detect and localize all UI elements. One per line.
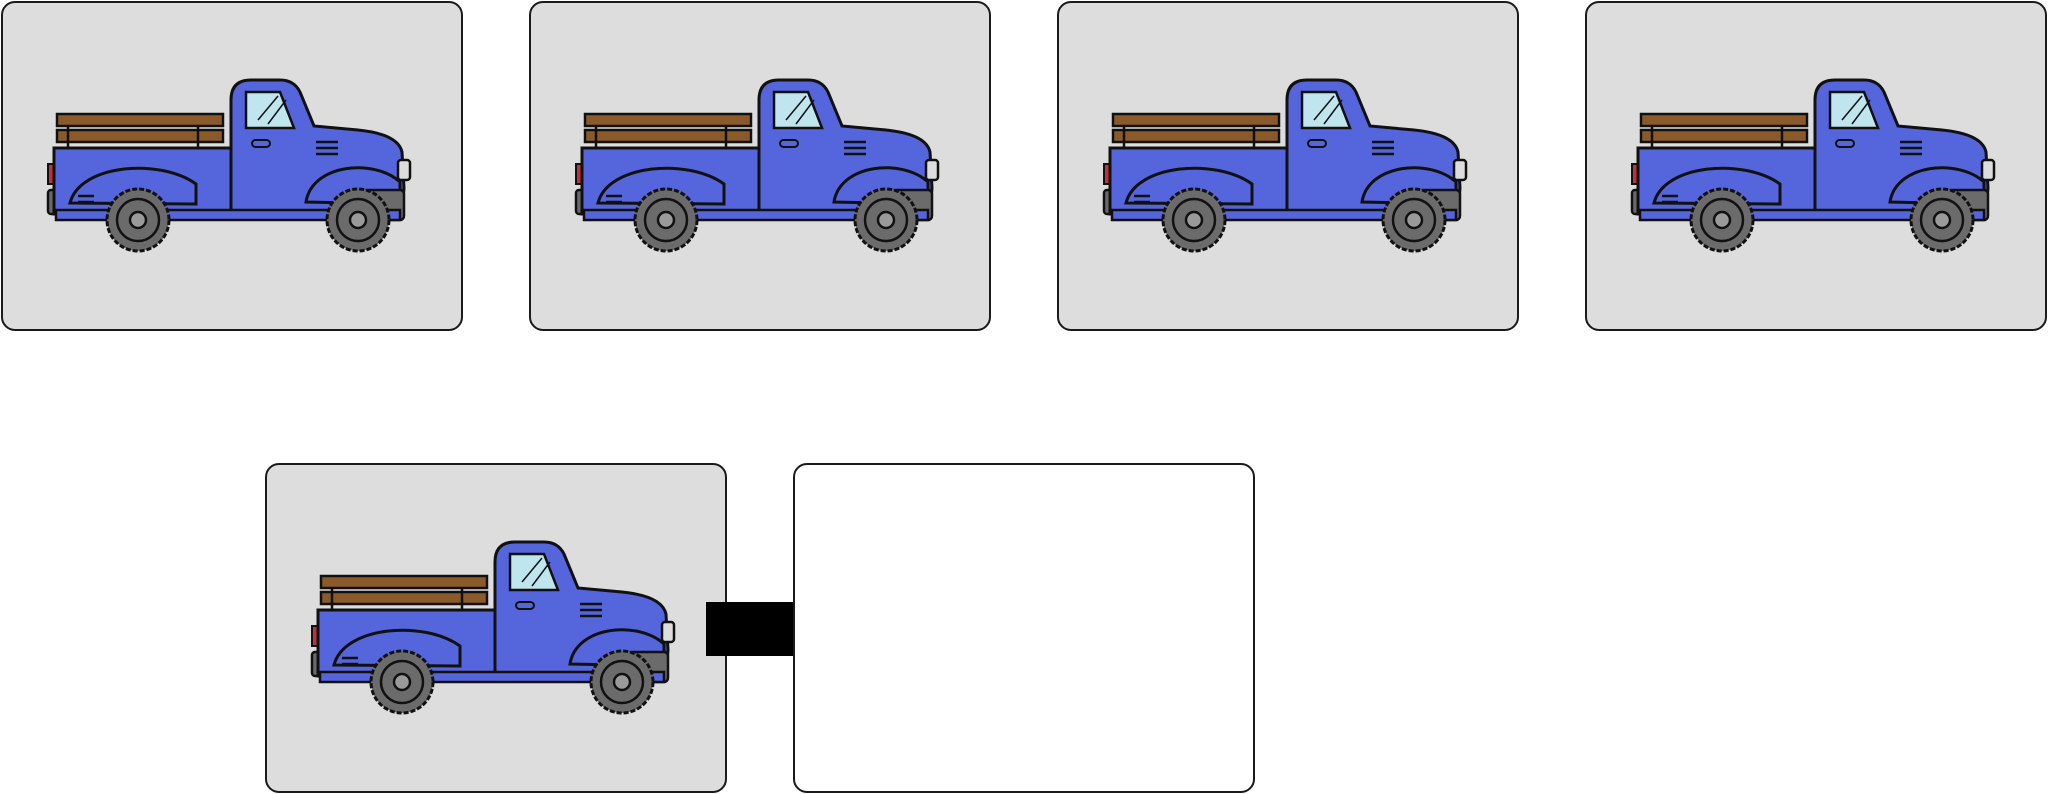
sequence-card-4 — [1585, 1, 2047, 331]
sequence-card-1 — [1, 1, 463, 331]
sequence-card-3 — [1057, 1, 1519, 331]
pickup-truck-icon — [1630, 78, 1996, 253]
pickup-truck-icon — [1102, 78, 1468, 253]
pickup-truck-icon — [310, 540, 676, 715]
answer-blank-card[interactable] — [793, 463, 1255, 793]
question-given-card — [265, 463, 727, 793]
sequence-card-2 — [529, 1, 991, 331]
pickup-truck-icon — [46, 78, 412, 253]
pickup-truck-icon — [574, 78, 940, 253]
